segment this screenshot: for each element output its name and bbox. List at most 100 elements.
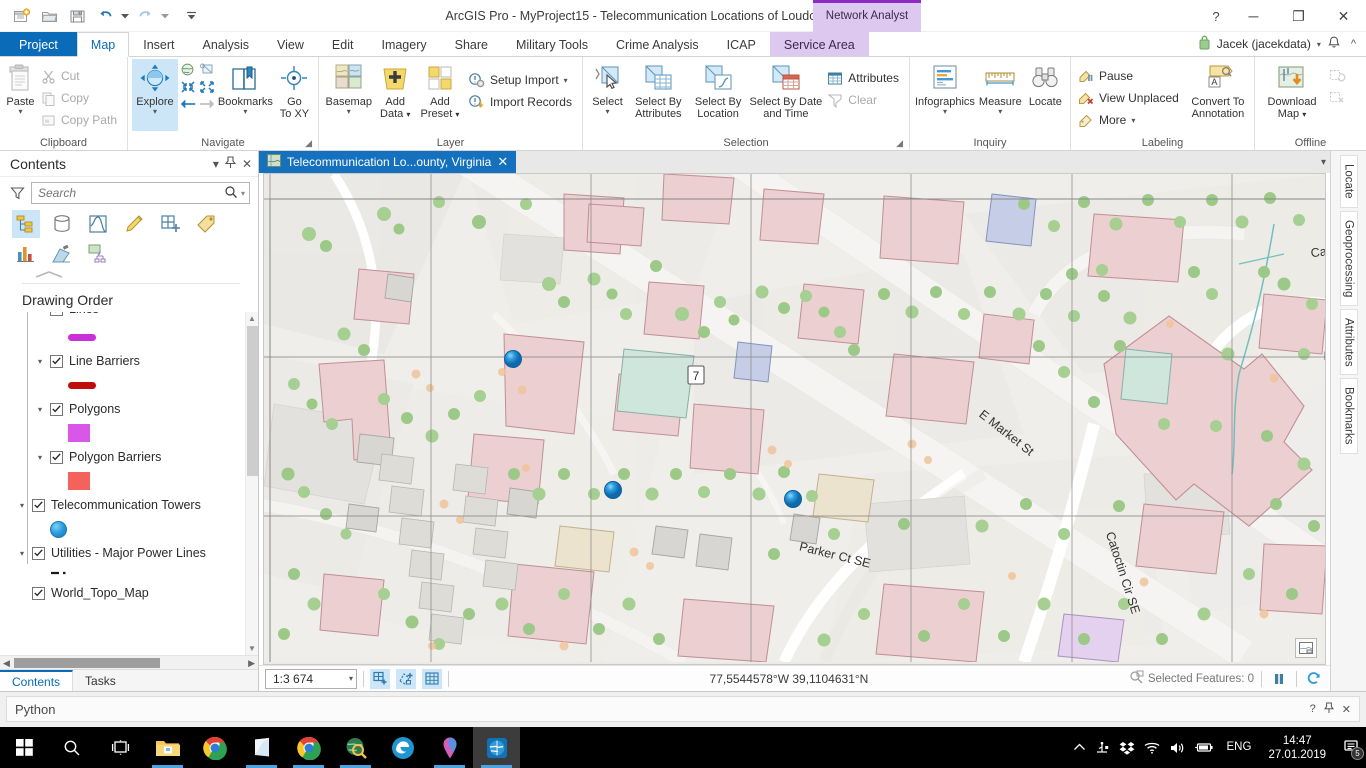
layer-item-lines[interactable]: ▾ Lines [20,312,244,324]
layer-item-polygon-barriers[interactable]: ▾ Polygon Barriers [20,446,244,468]
tab-map[interactable]: Map [76,32,130,57]
sync-map-button[interactable]: Sync [1326,65,1352,87]
cut-button[interactable]: Cut [38,65,123,87]
close-icon[interactable]: ✕ [1342,703,1351,716]
view-unplaced-button[interactable]: View Unplaced [1075,87,1185,109]
basemap-button[interactable]: Basemap ▾ [323,59,374,131]
expander-icon[interactable]: ▾ [20,549,32,558]
dock-tab-bookmarks[interactable]: Bookmarks [1339,378,1358,454]
expander-icon[interactable]: ▾ [20,501,32,510]
download-map-caret-icon[interactable]: ▾ [1302,110,1306,119]
scroll-right-arrow-icon[interactable]: ▶ [248,658,255,669]
setup-import-button[interactable]: Setup Import ▾ [465,69,578,91]
list-by-editing-icon[interactable] [120,210,148,238]
notification-center-icon[interactable]: 5 [1339,739,1364,760]
remove-downloaded-map-button[interactable]: Remove Downloaded Map [1326,87,1352,109]
pause-labeling-button[interactable]: Pause [1075,65,1185,87]
map-canvas[interactable]: 7 Catoctin Cir NE E Market St Parker Ct … [263,173,1326,665]
download-map-button[interactable]: Download Map ▾ [1259,59,1325,131]
new-project-icon[interactable] [8,4,34,28]
tab-view[interactable]: View [263,32,318,56]
tab-icap[interactable]: ICAP [713,32,770,56]
scrollbar-thumb[interactable] [247,326,258,476]
copy-button[interactable]: Copy [38,87,123,109]
notifications-bell-icon[interactable] [1327,35,1341,53]
tab-insert[interactable]: Insert [129,32,188,56]
python-pane-inner[interactable]: Python ? ✕ [6,696,1360,722]
dock-tab-geoprocessing[interactable]: Geoprocessing [1339,210,1358,306]
selection-chip-icon[interactable] [396,668,416,689]
windows-start-icon[interactable] [0,727,48,768]
go-to-xy-button[interactable]: Go To XY [275,59,314,131]
minimize-button[interactable]: ─ [1231,0,1276,32]
list-by-data-source-icon[interactable] [48,210,76,238]
search-input[interactable] [38,186,224,200]
scroll-left-arrow-icon[interactable]: ◀ [3,658,10,669]
grid-icon[interactable] [422,668,442,689]
list-by-selection-icon[interactable] [84,210,112,238]
select-by-date-and-time-button[interactable]: Select By Date and Time [748,59,823,131]
selection-dialog-launcher[interactable]: ◢ [896,138,903,149]
locate-button[interactable]: Locate [1025,59,1066,131]
layer-checkbox[interactable] [32,546,45,560]
user-account-icon[interactable] [1198,35,1211,53]
scroll-down-arrow-icon[interactable]: ▼ [248,644,256,653]
arcgis-earth-icon[interactable] [332,727,379,768]
pin-icon[interactable] [224,155,237,172]
wifi-icon[interactable] [1144,741,1160,754]
microsoft-store-icon[interactable] [238,727,285,768]
dropbox-icon[interactable] [1119,741,1135,755]
clear-selection-button[interactable]: Clear [824,89,905,111]
map-tab-telecommunication[interactable]: Telecommunication Lo...ounty, Virginia ✕ [259,151,517,173]
list-by-diagrams-icon[interactable] [48,240,76,268]
usb-device-icon[interactable] [1095,741,1110,755]
expander-icon[interactable]: ▾ [38,312,50,314]
file-explorer-icon[interactable] [144,727,191,768]
list-by-drawing-order-icon[interactable] [12,210,40,238]
layer-item-utilities-major-power-lines[interactable]: ▾ Utilities - Major Power Lines [20,542,244,564]
next-extent-icon[interactable] [198,95,216,112]
dock-tab-locate[interactable]: Locate [1339,155,1358,208]
search-input-wrapper[interactable]: ▾ [31,182,250,204]
tab-edit[interactable]: Edit [318,32,368,56]
map-tab-overflow-icon[interactable]: ▾ [1321,151,1330,173]
redo-dropdown-icon[interactable] [160,4,170,28]
layer-checkbox[interactable] [50,450,63,464]
previous-extent-icon[interactable] [179,95,197,112]
tab-imagery[interactable]: Imagery [367,32,440,56]
attributes-button[interactable]: Attributes [824,67,905,89]
dock-tab-attributes[interactable]: Attributes [1339,308,1358,376]
snapping-icon[interactable] [370,668,390,689]
map-overview-button[interactable] [1295,638,1317,658]
add-preset-caret-icon[interactable]: ▾ [455,110,459,119]
tab-project[interactable]: Project [0,32,77,56]
layer-item-polygons[interactable]: ▾ Polygons [20,398,244,420]
bookmarks-button[interactable]: Bookmarks ▾ [217,59,274,131]
battery-icon[interactable] [1194,741,1214,754]
pane-tab-contents[interactable]: Contents [0,670,74,691]
open-project-icon[interactable] [36,4,62,28]
show-hidden-icons-icon[interactable] [1073,742,1086,753]
setup-import-caret-icon[interactable]: ▾ [564,76,568,85]
layer-checkbox[interactable] [50,402,63,416]
search-icon[interactable] [48,727,96,768]
redo-icon[interactable] [132,4,158,28]
search-options-caret-icon[interactable]: ▾ [238,189,245,198]
tab-crime-analysis[interactable]: Crime Analysis [602,32,713,56]
select-by-location-button[interactable]: Select By Location [689,59,748,131]
import-records-button[interactable]: Import Records [465,91,578,113]
filter-icon[interactable] [8,186,26,201]
maximize-button[interactable]: ❐ [1276,0,1321,32]
basemap-caret-icon[interactable]: ▾ [347,108,351,116]
fixed-zoom-in-icon[interactable] [179,78,197,95]
tab-service-area[interactable]: Service Area [769,32,869,56]
infographics-button[interactable]: Infographics ▾ [914,59,976,131]
tab-share[interactable]: Share [441,32,502,56]
layer-checkbox[interactable] [50,312,63,316]
photos-icon[interactable] [426,727,473,768]
layer-checkbox[interactable] [32,586,45,600]
bookmarks-caret-icon[interactable]: ▾ [243,108,247,116]
paste-caret-icon[interactable]: ▾ [18,108,22,116]
select-caret-icon[interactable]: ▾ [605,108,609,116]
search-icon[interactable] [224,185,238,202]
